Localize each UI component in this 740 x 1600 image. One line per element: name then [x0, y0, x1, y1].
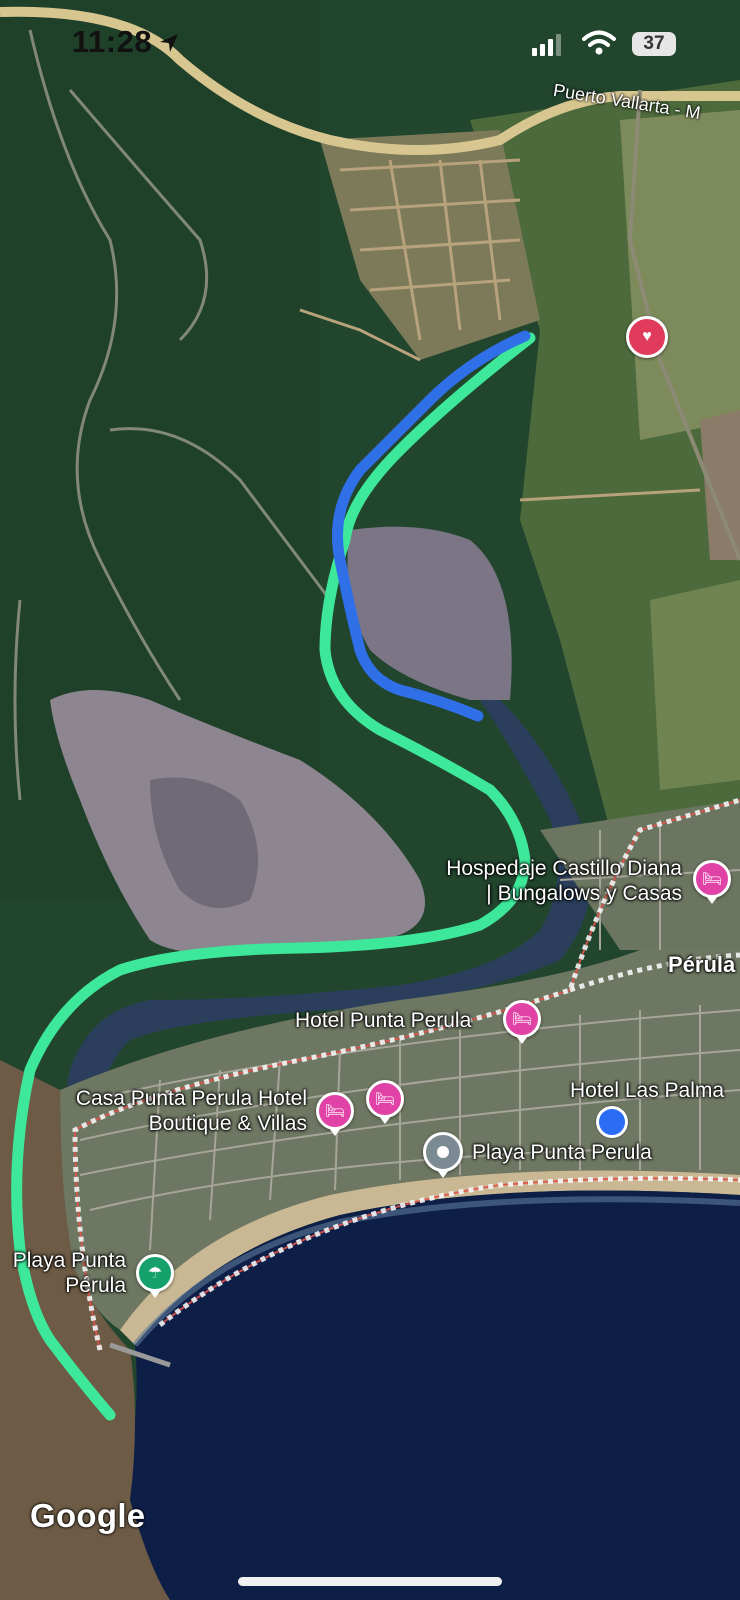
- bed-icon: 🛏: [324, 1103, 346, 1120]
- status-bar: 11:28 37: [0, 0, 740, 90]
- cellular-signal-icon: [532, 34, 561, 56]
- place-label-beach[interactable]: Playa Punta Pérula: [0, 1248, 126, 1298]
- current-location-dot: [596, 1106, 628, 1138]
- bed-icon: 🛏: [511, 1011, 533, 1028]
- place-label-line: | Bungalows y Casas: [486, 882, 682, 905]
- satellite-map[interactable]: 11:28 37 Puerto Vallarta - M ♥ Hospedaje…: [0, 0, 740, 1600]
- town-label: Pérula: [668, 952, 736, 977]
- map-imagery: [0, 0, 740, 1600]
- umbrella-icon: ☂: [147, 1265, 163, 1282]
- hotel-pin-punta-perula[interactable]: 🛏: [503, 1000, 541, 1044]
- clock: 11:28: [72, 24, 153, 59]
- battery-indicator: 37: [632, 32, 676, 56]
- place-label-line: Playa Punta: [12, 1249, 126, 1272]
- place-label-hotel-las-palmas[interactable]: Hotel Las Palma: [570, 1078, 724, 1103]
- place-label-line: Casa Punta Perula Hotel: [75, 1087, 307, 1110]
- place-label-line: Boutique & Villas: [148, 1112, 307, 1135]
- place-label-casa-punta-perula[interactable]: Casa Punta Perula Hotel Boutique & Villa…: [45, 1086, 307, 1136]
- heart-icon: ♥: [642, 328, 652, 345]
- hotel-pin-nearby[interactable]: 🛏: [366, 1080, 404, 1124]
- hotel-pin-hospedaje[interactable]: 🛏: [693, 860, 731, 904]
- place-label-line: Hospedaje Castillo Diana: [446, 857, 682, 880]
- location-arrow-icon: [160, 34, 178, 52]
- place-label-hospedaje[interactable]: Hospedaje Castillo Diana | Bungalows y C…: [395, 856, 682, 906]
- google-logo: Google: [30, 1497, 146, 1534]
- bed-icon: 🛏: [701, 871, 723, 888]
- beach-pin[interactable]: ☂: [136, 1254, 174, 1298]
- pin-dot-icon: [437, 1146, 449, 1158]
- bed-icon: 🛏: [374, 1091, 396, 1108]
- hotel-pin-casa-punta-perula[interactable]: 🛏: [316, 1092, 354, 1136]
- place-label-line: Pérula: [65, 1274, 126, 1297]
- place-label-hotel-punta-perula[interactable]: Hotel Punta Perula: [295, 1008, 471, 1033]
- favorite-pin[interactable]: ♥: [626, 316, 668, 358]
- place-label-playa-punta-perula[interactable]: Playa Punta Perula: [472, 1140, 652, 1165]
- wifi-icon: [582, 30, 616, 55]
- place-pin-playa[interactable]: [423, 1132, 463, 1178]
- home-indicator[interactable]: [238, 1577, 502, 1586]
